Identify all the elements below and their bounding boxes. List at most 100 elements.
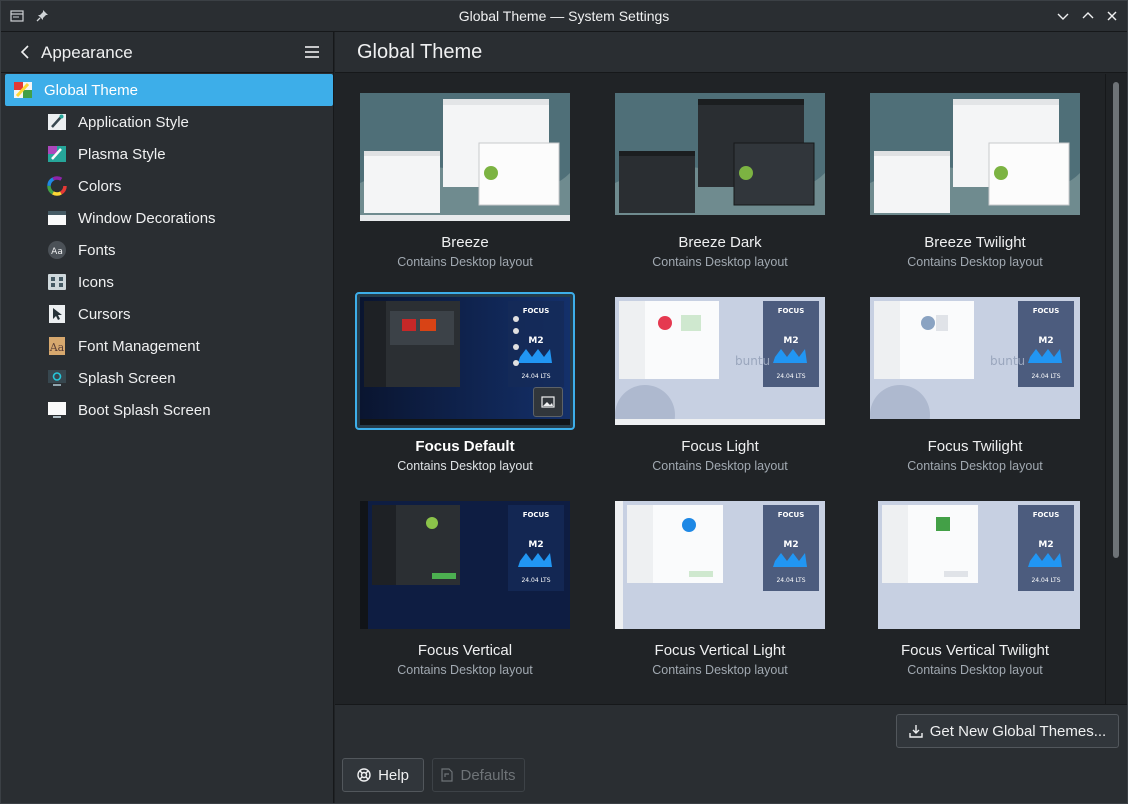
svg-text:24.04 LTS: 24.04 LTS [776, 577, 805, 584]
back-button[interactable] [13, 40, 37, 64]
document-revert-icon [441, 768, 454, 782]
get-new-global-themes-button[interactable]: Get New Global Themes... [896, 714, 1119, 748]
sidebar-item-label: Global Theme [44, 81, 138, 99]
theme-tile-focus-vertical[interactable]: FOCUS M2 24.04 LTS Focus Vertical Contai… [355, 496, 575, 686]
help-button[interactable]: Help [342, 758, 424, 792]
theme-preview-image: FOCUS M2 24.04 LTS buntu [870, 297, 1080, 425]
chevron-down-icon [1057, 13, 1069, 20]
fonts-icon: Aa [47, 240, 67, 260]
sidebar-item-label: Plasma Style [78, 145, 166, 163]
application-style-icon [47, 112, 67, 132]
svg-text:FOCUS: FOCUS [1033, 511, 1060, 519]
theme-name: Breeze Dark [678, 234, 762, 251]
sidebar-item-cursors[interactable]: Cursors [1, 298, 334, 330]
theme-grid: Breeze Contains Desktop layout Breeze Da… [335, 74, 1105, 704]
theme-subtitle: Contains Desktop layout [907, 459, 1043, 473]
icons-icon [47, 272, 67, 292]
theme-subtitle: Contains Desktop layout [397, 255, 533, 269]
svg-text:Aa: Aa [51, 247, 63, 257]
theme-tile-focus-default[interactable]: M2 FOCUS 24.04 LTS Focus Default Contain… [355, 292, 575, 482]
theme-name: Focus Light [681, 438, 759, 455]
sidebar-item-font-management[interactable]: Aa Font Management [1, 330, 334, 362]
theme-subtitle: Contains Desktop layout [652, 663, 788, 677]
svg-text:FOCUS: FOCUS [778, 307, 805, 315]
sidebar-item-fonts[interactable]: Aa Fonts [1, 234, 334, 266]
sidebar-title: Appearance [41, 43, 133, 62]
svg-text:FOCUS: FOCUS [523, 511, 550, 519]
colors-icon [47, 176, 67, 196]
theme-preview-image: FOCUS M2 24.04 LTS buntu [615, 297, 825, 425]
theme-subtitle: Contains Desktop layout [652, 459, 788, 473]
scrollbar-thumb[interactable] [1113, 82, 1119, 558]
theme-name: Breeze [441, 234, 489, 251]
theme-tile-breeze-twilight[interactable]: Breeze Twilight Contains Desktop layout [865, 88, 1085, 278]
theme-name: Focus Vertical Light [654, 642, 786, 659]
theme-tile-focus-vertical-twilight[interactable]: FOCUS M2 24.04 LTS Focus Vertical Twilig… [865, 496, 1085, 686]
vertical-scrollbar[interactable] [1105, 74, 1127, 704]
help-label: Help [378, 766, 409, 784]
chevron-left-icon [20, 45, 29, 59]
sidebar-item-label: Colors [78, 177, 122, 195]
theme-tile-focus-light[interactable]: FOCUS M2 24.04 LTS buntu Focus Light Con… [610, 292, 830, 482]
theme-tile-focus-twilight[interactable]: FOCUS M2 24.04 LTS buntu Focus Twilight … [865, 292, 1085, 482]
sidebar-item-global-theme[interactable]: Global Theme [5, 74, 333, 106]
theme-tile-focus-vertical-light[interactable]: FOCUS M2 24.04 LTS Focus Vertical Light … [610, 496, 830, 686]
theme-preview-image: FOCUS M2 24.04 LTS [615, 501, 825, 629]
cursors-icon [47, 304, 67, 324]
image-icon [541, 396, 555, 408]
sidebar-item-application-style[interactable]: Application Style [1, 106, 334, 138]
splash-screen-icon [47, 368, 67, 388]
preview-model-text: M2 [528, 336, 543, 346]
close-icon [1107, 11, 1117, 21]
defaults-label: Defaults [460, 766, 516, 784]
sidebar-item-label: Window Decorations [78, 209, 216, 227]
system-settings-window: Global Theme — System Settings Appearanc… [0, 0, 1128, 804]
theme-name: Focus Default [415, 438, 515, 455]
hamburger-menu-button[interactable] [299, 40, 325, 64]
sidebar-item-icons[interactable]: Icons [1, 266, 334, 298]
theme-preview-image [360, 93, 570, 221]
sidebar-item-boot-splash-screen[interactable]: Boot Splash Screen [1, 394, 334, 426]
global-theme-icon [13, 80, 33, 100]
title-bar: Global Theme — System Settings [1, 1, 1127, 32]
theme-preview-image [615, 93, 825, 221]
theme-subtitle: Contains Desktop layout [397, 663, 533, 677]
get-new-label: Get New Global Themes... [929, 722, 1107, 740]
svg-text:M2: M2 [1038, 540, 1053, 550]
hamburger-icon [305, 46, 319, 58]
chevron-up-icon [1082, 12, 1094, 19]
help-lifebuoy-icon [357, 768, 371, 782]
minimize-button[interactable] [1051, 5, 1075, 27]
sidebar-item-splash-screen[interactable]: Splash Screen [1, 362, 334, 394]
theme-tile-breeze[interactable]: Breeze Contains Desktop layout [355, 88, 575, 278]
preview-button[interactable] [533, 387, 563, 417]
theme-preview-image: FOCUS M2 24.04 LTS [360, 501, 570, 629]
theme-preview-image: FOCUS M2 24.04 LTS [870, 501, 1080, 629]
svg-text:24.04 LTS: 24.04 LTS [1031, 373, 1060, 380]
svg-text:FOCUS: FOCUS [523, 307, 550, 315]
sidebar-item-colors[interactable]: Colors [1, 170, 334, 202]
svg-text:M2: M2 [1038, 336, 1053, 346]
theme-name: Focus Vertical [417, 642, 513, 659]
theme-subtitle: Contains Desktop layout [652, 255, 788, 269]
close-button[interactable] [1100, 5, 1124, 27]
sidebar-item-label: Icons [78, 273, 114, 291]
sidebar-item-window-decorations[interactable]: Window Decorations [1, 202, 334, 234]
theme-subtitle: Contains Desktop layout [907, 255, 1043, 269]
sidebar-item-label: Cursors [78, 305, 131, 323]
page-title: Global Theme [357, 41, 483, 63]
theme-tile-breeze-dark[interactable]: Breeze Dark Contains Desktop layout [610, 88, 830, 278]
svg-text:M2: M2 [783, 540, 798, 550]
plasma-style-icon [47, 144, 67, 164]
sidebar-item-label: Boot Splash Screen [78, 401, 211, 419]
theme-subtitle: Contains Desktop layout [397, 459, 533, 473]
sidebar-item-plasma-style[interactable]: Plasma Style [1, 138, 334, 170]
defaults-button[interactable]: Defaults [432, 758, 525, 792]
page-header: Global Theme [335, 32, 1127, 73]
footer-bar: Get New Global Themes... Help Defaults [335, 704, 1127, 803]
sidebar-item-label: Font Management [78, 337, 200, 355]
window-title: Global Theme — System Settings [458, 8, 670, 24]
svg-text:FOCUS: FOCUS [778, 511, 805, 519]
maximize-button[interactable] [1076, 5, 1100, 27]
svg-text:24.04 LTS: 24.04 LTS [521, 577, 550, 584]
